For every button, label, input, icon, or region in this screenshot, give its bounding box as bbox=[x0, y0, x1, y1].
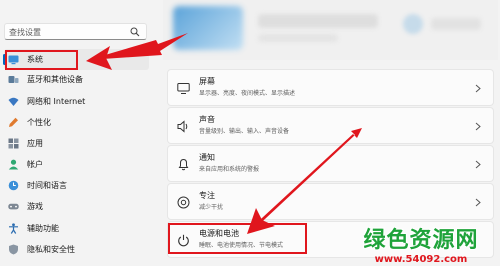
device-image bbox=[173, 6, 243, 50]
sidebar-item-label: 网络和 Internet bbox=[27, 97, 86, 106]
card-title: 屏幕 bbox=[199, 77, 215, 86]
search-icon[interactable] bbox=[130, 27, 140, 37]
sidebar-item-label: 隐私和安全性 bbox=[27, 245, 75, 254]
pen-icon bbox=[9, 117, 18, 127]
sidebar-item-bluetooth[interactable]: 蓝牙和其他设备 bbox=[4, 69, 149, 90]
cloud-label-blurred bbox=[431, 18, 481, 30]
wifi-icon bbox=[8, 97, 19, 106]
speaker-icon bbox=[177, 120, 188, 133]
highlight-box-system bbox=[5, 50, 78, 70]
sidebar-item-apps[interactable]: 应用 bbox=[4, 133, 149, 154]
sidebar-item-time-language[interactable]: 时间和语言 bbox=[4, 175, 149, 196]
card-description: 音量级别、输出、输入、声音设备 bbox=[199, 128, 290, 135]
sidebar-item-label: 应用 bbox=[27, 139, 43, 148]
card-sound[interactable]: 声音 音量级别、输出、输入、声音设备 bbox=[167, 107, 494, 144]
focus-icon bbox=[177, 196, 190, 209]
card-title: 专注 bbox=[199, 191, 215, 200]
device-name-blurred bbox=[258, 14, 378, 28]
bluetooth-icon bbox=[8, 76, 19, 83]
card-display[interactable]: 屏幕 显示器、亮度、夜间模式、显示描述 bbox=[167, 69, 494, 106]
card-title: 通知 bbox=[199, 153, 215, 162]
card-description: 减少干扰 bbox=[199, 204, 224, 211]
chevron-right-icon bbox=[475, 198, 481, 207]
card-notifications[interactable]: 通知 来自应用和系统的警报 bbox=[167, 145, 494, 182]
highlight-box-power bbox=[168, 223, 307, 254]
sidebar-item-privacy[interactable]: 隐私和安全性 bbox=[4, 239, 149, 260]
chevron-right-icon bbox=[475, 84, 481, 93]
sidebar-item-network[interactable]: 网络和 Internet bbox=[4, 91, 149, 112]
sidebar-item-label: 个性化 bbox=[27, 118, 51, 127]
search-box[interactable] bbox=[4, 23, 147, 40]
card-description: 显示器、亮度、夜间模式、显示描述 bbox=[199, 90, 296, 97]
device-detail-blurred bbox=[258, 34, 338, 42]
watermark: 绿色资源网 www.54092.com bbox=[346, 228, 496, 266]
search-input[interactable] bbox=[9, 25, 121, 39]
apps-icon bbox=[8, 138, 19, 149]
monitor-icon bbox=[177, 83, 190, 94]
shield-icon bbox=[9, 244, 18, 255]
sidebar-item-label: 帐户 bbox=[27, 160, 43, 169]
card-focus[interactable]: 专注 减少干扰 bbox=[167, 183, 494, 220]
card-description: 来自应用和系统的警报 bbox=[199, 166, 260, 173]
sidebar-item-personalization[interactable]: 个性化 bbox=[4, 112, 149, 133]
sidebar: 系统 蓝牙和其他设备 网络和 Internet 个性化 应用 bbox=[0, 0, 153, 266]
sidebar-item-label: 辅助功能 bbox=[27, 224, 59, 233]
sidebar-item-accessibility[interactable]: 辅助功能 bbox=[4, 218, 149, 239]
bell-icon bbox=[178, 158, 189, 171]
globe-clock-icon bbox=[8, 180, 19, 191]
person-icon bbox=[8, 159, 19, 170]
accessibility-icon bbox=[9, 223, 18, 234]
sidebar-item-label: 时间和语言 bbox=[27, 181, 67, 190]
chevron-right-icon bbox=[475, 122, 481, 131]
watermark-url: www.54092.com bbox=[374, 254, 468, 265]
gamepad-icon bbox=[8, 203, 19, 210]
cloud-status-blurred bbox=[403, 14, 423, 34]
sidebar-item-label: 蓝牙和其他设备 bbox=[27, 75, 83, 84]
watermark-title: 绿色资源网 bbox=[363, 228, 479, 253]
sidebar-item-gaming[interactable]: 游戏 bbox=[4, 196, 149, 217]
chevron-right-icon bbox=[475, 160, 481, 169]
device-banner bbox=[163, 0, 498, 60]
sidebar-item-label: 游戏 bbox=[27, 202, 43, 211]
card-title: 声音 bbox=[199, 115, 215, 124]
sidebar-item-accounts[interactable]: 帐户 bbox=[4, 154, 149, 175]
